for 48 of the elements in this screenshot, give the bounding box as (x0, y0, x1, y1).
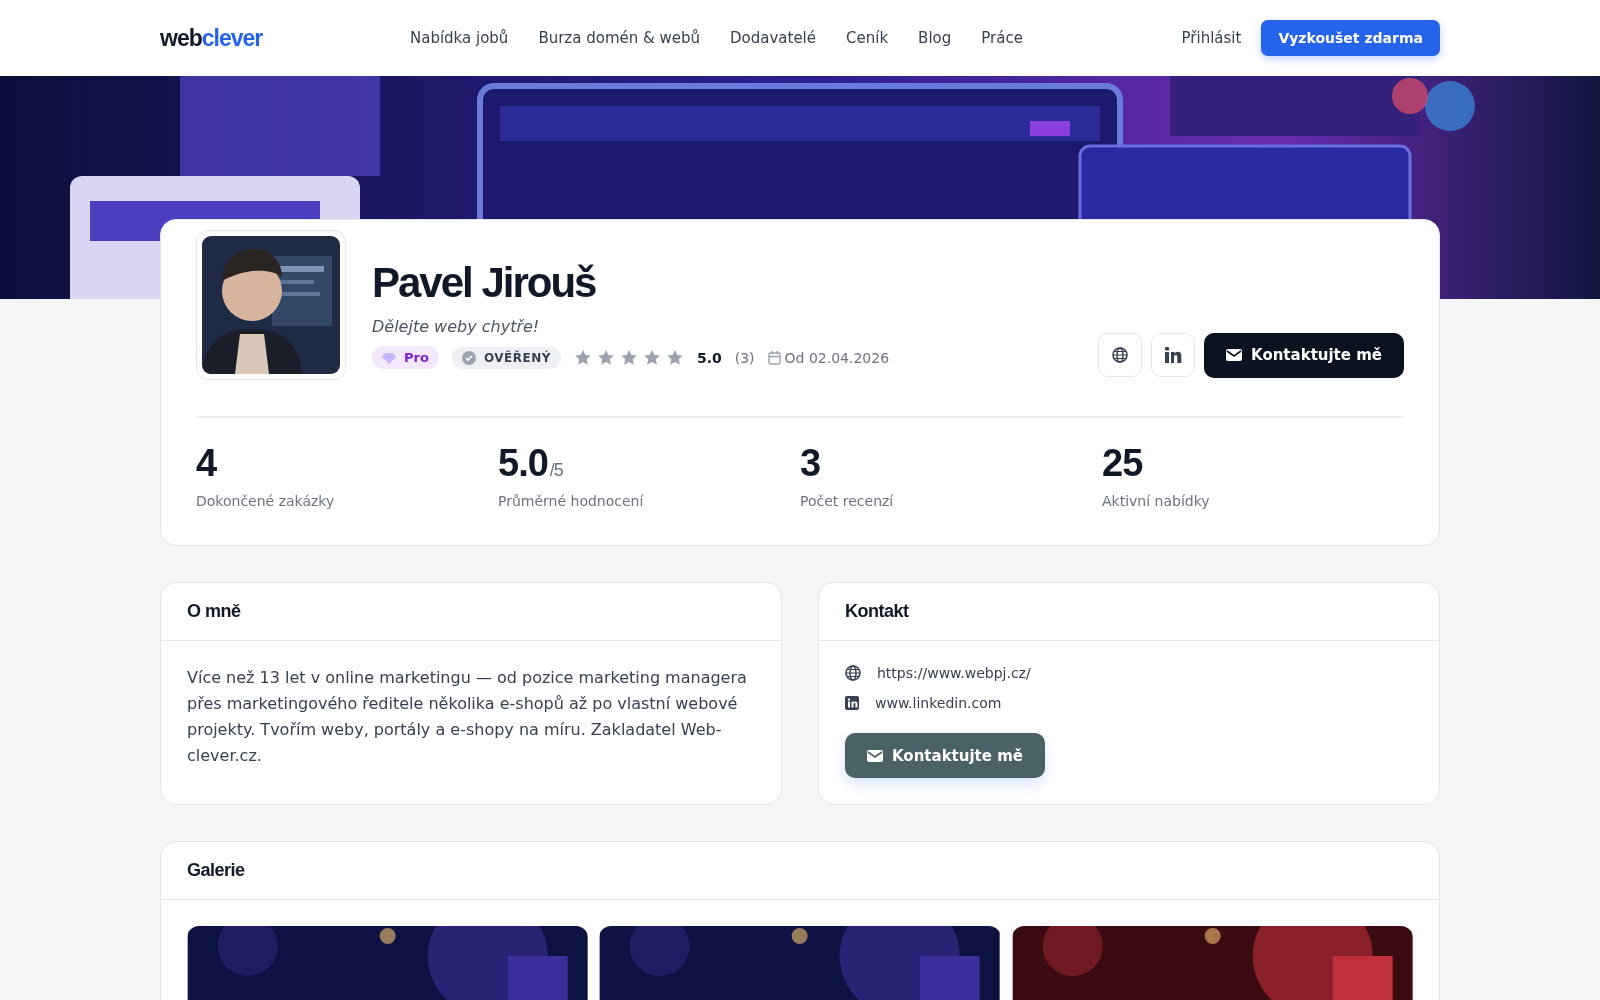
check-icon (461, 350, 476, 365)
panel-title: Kontakt (819, 583, 1439, 641)
member-since: Od 02.04.2026 (784, 349, 890, 366)
stat-label: Průměrné hodnocení (498, 493, 645, 509)
stat-value: 3 (800, 442, 821, 485)
rating-value: 5.0 (696, 349, 722, 366)
nav-link[interactable]: Práce (981, 29, 1023, 47)
diamond-icon (382, 351, 396, 364)
nav-link[interactable]: Ceník (846, 29, 889, 47)
stat-suffix: /5 (549, 460, 563, 481)
nav-link[interactable]: Dodavatelé (730, 29, 816, 47)
stat-value: 5.0 (498, 442, 548, 485)
review-count: (3) (734, 349, 755, 366)
globe-icon (845, 665, 861, 681)
calendar-icon (767, 350, 781, 365)
star-icon (573, 349, 592, 366)
free-trial-button[interactable]: Vyzkoušet zdarma (1261, 20, 1440, 56)
contact-button[interactable]: Kontaktujte mě (1204, 332, 1404, 378)
stat-label: Počet recenzí (800, 493, 895, 509)
star-icon (596, 349, 615, 366)
contact-button[interactable]: Kontaktujte mě (845, 733, 1045, 778)
star-icon (619, 349, 638, 366)
panel-title: O mně (161, 583, 781, 641)
mail-icon (867, 749, 883, 762)
globe-icon (1112, 347, 1128, 363)
nav-link[interactable]: Blog (918, 29, 952, 47)
verified-badge: OVĚŘENÝ (451, 346, 561, 369)
linkedin-icon (845, 696, 859, 710)
star-icon (665, 349, 684, 366)
stat-value: 4 (196, 442, 217, 485)
nav-link[interactable]: Burza domén & webů (538, 29, 700, 47)
linkedin-icon (1164, 346, 1182, 364)
stat-value: 25 (1102, 442, 1143, 485)
tagline: Dělejte weby chytře! (372, 317, 541, 336)
about-text: Více než 13 let v online marketingu — od pozice marketing managera přes marketingového ředitele několika e-shopů až po vlastní webové projekty. Tvořím weby, portály a e-shopy na míru. Zakladatel Web-clever.cz. (187, 667, 748, 767)
mail-icon (1226, 349, 1242, 361)
login-link[interactable]: Přihlásit (1181, 29, 1242, 47)
nav-link[interactable]: Nabídka jobů (410, 29, 509, 47)
plan-badge: Pro (372, 346, 439, 369)
linkedin-link[interactable]: www.linkedin.com (875, 695, 1002, 711)
logo[interactable]: webclever (160, 24, 410, 52)
stat-label: Aktivní nabídky (1102, 493, 1211, 509)
website-link[interactable]: https://www.webpj.cz/ (877, 665, 1031, 681)
linkedin-button[interactable] (1151, 333, 1195, 377)
panel-title: Galerie (161, 842, 1439, 900)
stat-label: Dokončené zakázky (196, 493, 336, 509)
star-icon (642, 349, 661, 366)
website-button[interactable] (1098, 333, 1142, 377)
